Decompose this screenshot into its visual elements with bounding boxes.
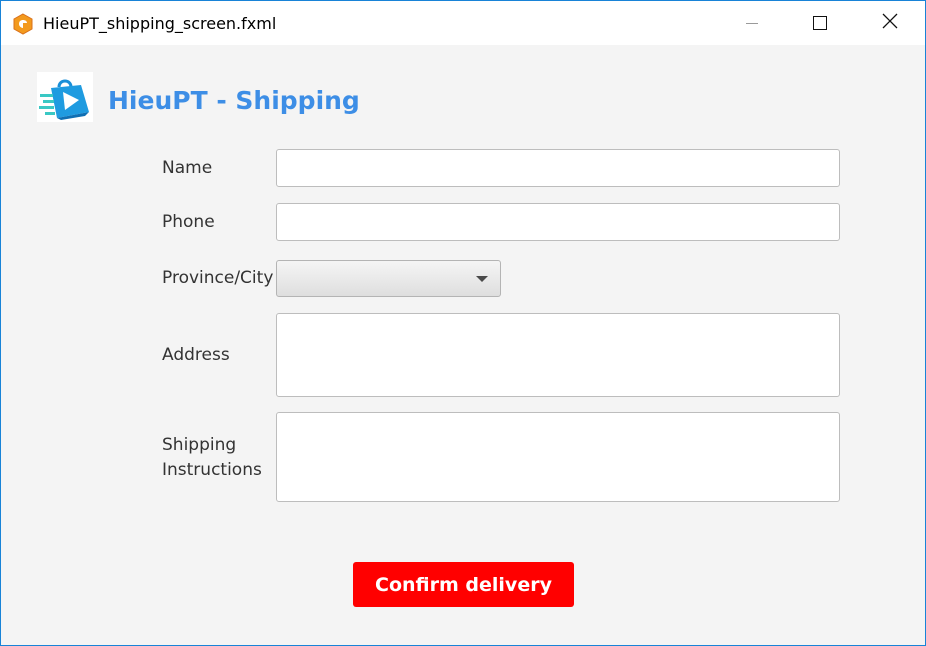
- shipping-instructions-textarea[interactable]: [276, 412, 840, 502]
- title-bar[interactable]: HieuPT_shipping_screen.fxml: [1, 1, 925, 45]
- name-field[interactable]: [276, 149, 840, 187]
- window-title: HieuPT_shipping_screen.fxml: [43, 14, 277, 33]
- close-icon: [882, 13, 898, 34]
- address-label: Address: [162, 345, 230, 365]
- page-title: HieuPT - Shipping: [108, 86, 360, 115]
- shipping-instructions-label-line1: Shipping: [162, 435, 237, 455]
- close-button[interactable]: [867, 1, 913, 45]
- province-city-dropdown[interactable]: [276, 260, 501, 297]
- province-city-label: Province/City: [162, 268, 274, 288]
- maximize-button[interactable]: [797, 1, 843, 45]
- address-textarea[interactable]: [276, 313, 840, 397]
- minimize-button[interactable]: [729, 1, 775, 45]
- shopping-bag-delivery-icon: [37, 72, 93, 122]
- dropdown-arrow-icon: [476, 276, 488, 282]
- phone-label: Phone: [162, 212, 215, 232]
- shipping-instructions-label-line2: Instructions: [162, 460, 262, 480]
- scene-builder-app-icon: [12, 13, 34, 35]
- phone-field[interactable]: [276, 203, 840, 241]
- app-window: HieuPT_shipping_screen.fxml HieuPT - Shi…: [0, 0, 926, 646]
- name-label: Name: [162, 158, 213, 178]
- minimize-icon: [746, 22, 758, 24]
- confirm-delivery-button[interactable]: Confirm delivery: [353, 562, 574, 607]
- maximize-icon: [813, 16, 827, 30]
